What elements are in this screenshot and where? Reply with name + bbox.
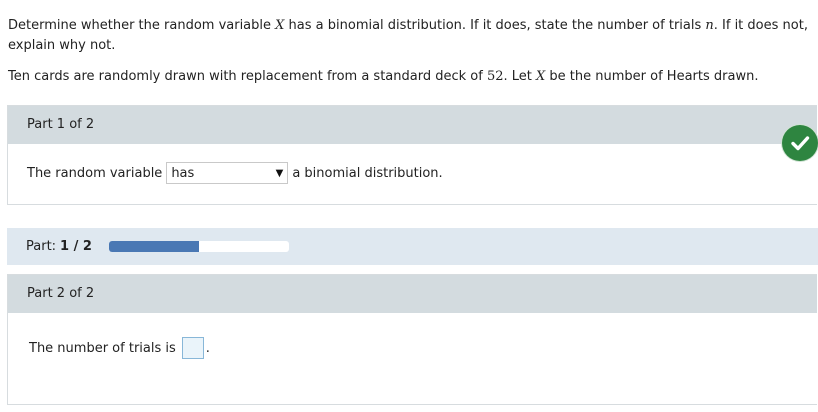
- question-scenario: Ten cards are randomly drawn with replac…: [8, 69, 759, 84]
- part-1-suffix: a binomial distribution.: [292, 165, 443, 181]
- part-2-title: Part 2 of 2: [8, 275, 817, 313]
- checkmark-icon: [782, 125, 818, 161]
- progress-fill: [108, 241, 199, 252]
- deck-size: 52: [486, 69, 504, 84]
- question-instructions: Determine whether the random variable X …: [8, 18, 808, 53]
- binomial-select-value: has: [171, 165, 195, 181]
- progress-track: [108, 241, 289, 252]
- trials-input[interactable]: [181, 337, 204, 359]
- progress-value: 1 / 2: [60, 239, 92, 254]
- variable-n: n: [705, 18, 714, 33]
- part-progress: Part: 1 / 2: [7, 228, 818, 265]
- part-2-panel: Part 2 of 2 The number of trials is .: [7, 274, 817, 405]
- question-text: Determine whether the random variable X …: [8, 16, 808, 87]
- variable-x: X: [536, 69, 546, 84]
- part-1-answer-row: The random variable has ▼ a binomial dis…: [8, 162, 817, 184]
- binomial-select[interactable]: has ▼: [166, 162, 289, 184]
- part-1-prefix: The random variable: [27, 165, 163, 181]
- part-1-panel: Part 1 of 2 The random variable has ▼ a …: [7, 105, 817, 205]
- part-2-answer-row: The number of trials is .: [8, 336, 817, 360]
- part-2-suffix: .: [205, 340, 210, 356]
- dropdown-caret-icon: ▼: [275, 167, 284, 179]
- progress-label: Part:: [26, 239, 57, 254]
- part-1-title: Part 1 of 2: [8, 106, 817, 144]
- part-2-prefix: The number of trials is: [29, 340, 176, 356]
